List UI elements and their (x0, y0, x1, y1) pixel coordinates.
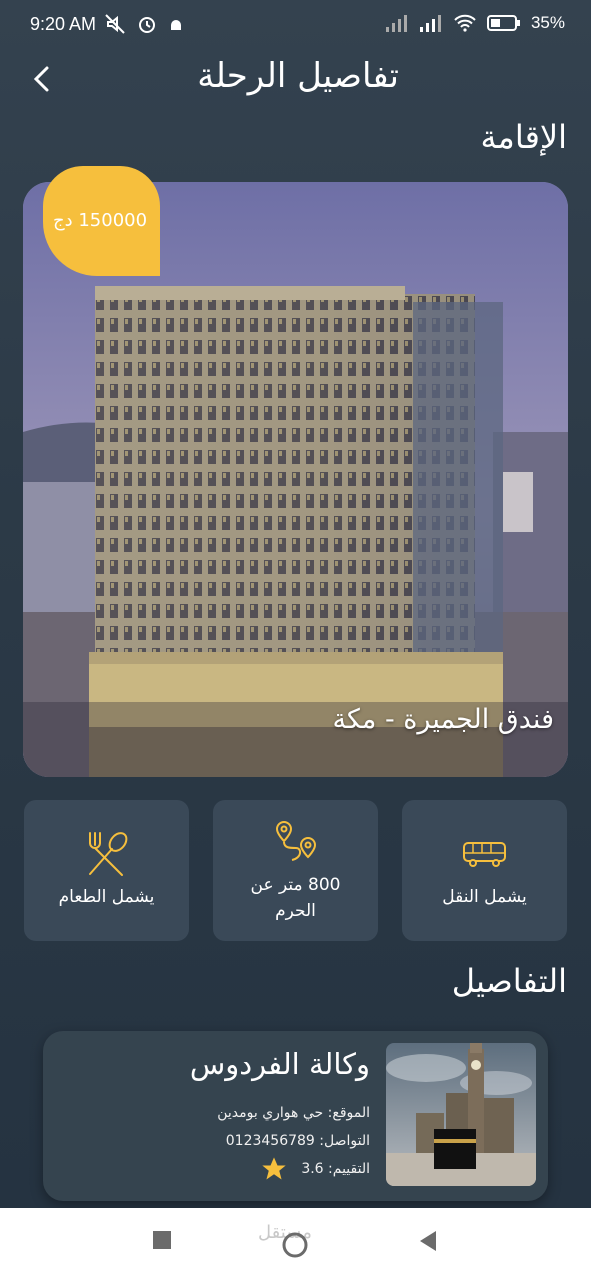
recents-button-icon[interactable] (152, 1230, 172, 1250)
hotel-name: فندق الجميرة - مكة (332, 704, 554, 735)
page-title: تفاصيل الرحلة (197, 56, 399, 96)
status-icons-left (104, 13, 184, 35)
app-header: تفاصيل الرحلة (0, 52, 591, 108)
accommodation-section-title: الإقامة (480, 118, 567, 156)
star-icon (262, 1157, 286, 1180)
agency-card[interactable]: وكالة الفردوس الموقع: حي هواري بومدين ال… (43, 1031, 548, 1201)
feature-food-label: يشمل الطعام (58, 887, 155, 907)
fork-spoon-icon (88, 832, 127, 876)
status-icons-right: 35% (385, 13, 565, 33)
battery-percent: 35% (530, 13, 565, 32)
mosque-icon (171, 20, 181, 30)
back-arrow-icon[interactable] (26, 62, 60, 96)
details-section-title: التفاصيل (451, 962, 567, 1000)
route-pin-icon (275, 820, 316, 861)
mute-icon (105, 14, 125, 34)
agency-name: وكالة الفردوس (189, 1047, 370, 1081)
system-nav-bar: مستقل (0, 1208, 591, 1280)
agency-photo (386, 1043, 536, 1186)
back-button-icon[interactable] (418, 1230, 438, 1252)
signal-icon (385, 15, 407, 32)
battery-icon (486, 15, 520, 31)
status-bar: 9:20 AM 35% (0, 0, 591, 52)
feature-food[interactable]: يشمل الطعام (24, 800, 189, 941)
agency-location: الموقع: حي هواري بومدين (217, 1105, 370, 1121)
status-time: 9:20 AM (30, 14, 97, 34)
signal-icon-2 (419, 15, 441, 32)
alarm-icon (139, 17, 155, 33)
feature-transport[interactable]: يشمل النقل (402, 800, 567, 941)
price-text: 150000 دج (53, 210, 148, 231)
feature-distance-label-line1: 800 متر عن (250, 875, 341, 895)
feature-transport-label: يشمل النقل (442, 887, 527, 907)
feature-distance[interactable]: 800 متر عن الحرم (213, 800, 378, 941)
price-badge: 150000 دج (43, 166, 160, 276)
home-button-icon[interactable] (282, 1232, 308, 1258)
feature-distance-label-line2: الحرم (275, 901, 316, 921)
agency-contact: التواصل: 0123456789 (225, 1133, 370, 1149)
bus-icon (462, 842, 506, 867)
agency-rating: التقييم: 3.6 (301, 1161, 370, 1177)
wifi-icon (454, 14, 476, 32)
